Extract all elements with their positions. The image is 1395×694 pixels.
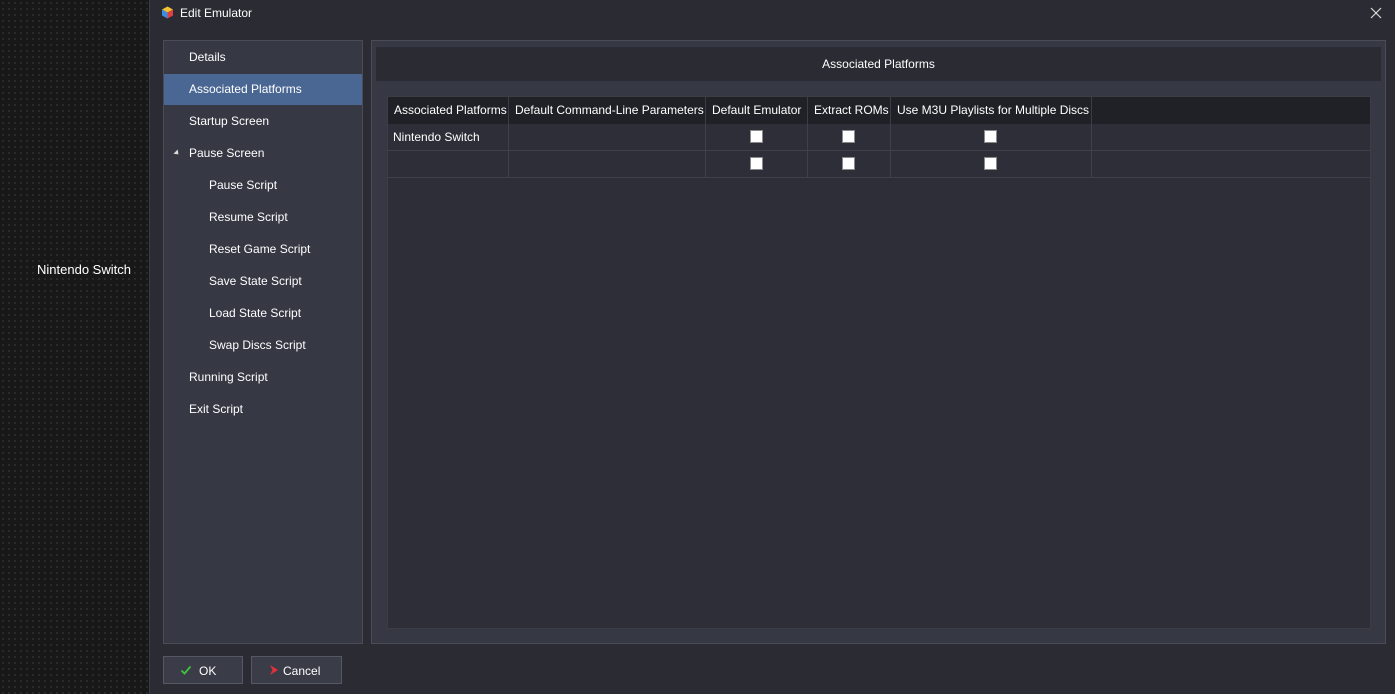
nav-item-reset-game-script[interactable]: Reset Game Script [164, 234, 362, 265]
nav-item-associated-platforms[interactable]: Associated Platforms [164, 74, 362, 105]
params-cell[interactable] [509, 124, 706, 150]
nav-item-label: Details [189, 50, 226, 64]
cancel-button[interactable]: Cancel [251, 656, 342, 684]
use-m3u-cell [891, 151, 1092, 177]
cancel-label: Cancel [283, 664, 321, 678]
nav-item-running-script[interactable]: Running Script [164, 362, 362, 393]
nav-item-save-state-script[interactable]: Save State Script [164, 266, 362, 297]
platform-cell[interactable]: Nintendo Switch [388, 124, 509, 150]
title-bar[interactable]: Edit Emulator [150, 0, 1395, 28]
params-cell[interactable] [509, 151, 706, 177]
column-header-command-line[interactable]: Default Command-Line Parameters [509, 97, 706, 124]
section-title: Associated Platforms [376, 47, 1381, 81]
nav-item-label: Load State Script [209, 306, 302, 320]
platforms-grid: Associated Platforms Default Command-Lin… [387, 96, 1371, 629]
nav-item-startup-screen[interactable]: Startup Screen [164, 106, 362, 137]
launchbox-cube-icon [162, 6, 173, 19]
nav-item-label: Associated Platforms [189, 82, 302, 96]
extract-roms-checkbox[interactable] [842, 130, 855, 143]
nav-item-exit-script[interactable]: Exit Script [164, 394, 362, 425]
column-header-associated-platforms[interactable]: Associated Platforms [388, 97, 509, 124]
use-m3u-checkbox[interactable] [984, 157, 997, 170]
default-emulator-cell [706, 124, 808, 150]
close-button[interactable] [1367, 4, 1385, 22]
grid-header-row: Associated Platforms Default Command-Lin… [388, 97, 1370, 124]
use-m3u-cell [891, 124, 1092, 150]
nav-item-label: Startup Screen [189, 114, 270, 128]
table-row[interactable]: Nintendo Switch [388, 124, 1370, 151]
default-emulator-checkbox[interactable] [750, 130, 763, 143]
column-header-extract-roms[interactable]: Extract ROMs [808, 97, 891, 124]
content-panel: Associated Platforms Associated Platform… [371, 40, 1386, 644]
cancel-arrow-icon [270, 665, 278, 675]
nav-item-label: Reset Game Script [209, 242, 311, 256]
column-header-use-m3u[interactable]: Use M3U Playlists for Multiple Discs [891, 97, 1092, 124]
column-header-default-emulator[interactable]: Default Emulator [706, 97, 808, 124]
ok-button[interactable]: OK [163, 656, 243, 684]
checkmark-icon [180, 665, 192, 675]
extract-roms-checkbox[interactable] [842, 157, 855, 170]
nav-item-label: Pause Script [209, 178, 278, 192]
nav-item-pause-screen[interactable]: Pause Screen [164, 138, 362, 169]
table-row[interactable] [388, 151, 1370, 178]
platform-cell[interactable] [388, 151, 509, 177]
nav-item-load-state-script[interactable]: Load State Script [164, 298, 362, 329]
nav-item-details[interactable]: Details [164, 42, 362, 73]
nav-item-pause-script[interactable]: Pause Script [164, 170, 362, 201]
expand-arrow-icon[interactable] [173, 149, 181, 157]
nav-item-label: Exit Script [189, 402, 244, 416]
background-platform-label[interactable]: Nintendo Switch [0, 262, 168, 277]
nav-item-label: Swap Discs Script [209, 338, 306, 352]
nav-item-swap-discs-script[interactable]: Swap Discs Script [164, 330, 362, 361]
extract-roms-cell [808, 151, 891, 177]
nav-item-label: Save State Script [209, 274, 302, 288]
extract-roms-cell [808, 124, 891, 150]
default-emulator-cell [706, 151, 808, 177]
settings-nav-tree: Details Associated Platforms Startup Scr… [163, 40, 363, 644]
nav-item-resume-script[interactable]: Resume Script [164, 202, 362, 233]
dialog-title: Edit Emulator [180, 6, 253, 20]
default-emulator-checkbox[interactable] [750, 157, 763, 170]
nav-item-label: Resume Script [209, 210, 288, 224]
background-app-panel [0, 0, 149, 694]
ok-label: OK [199, 664, 217, 678]
edit-emulator-dialog: Edit Emulator Details Associated Platfor… [149, 0, 1395, 694]
use-m3u-checkbox[interactable] [984, 130, 997, 143]
nav-item-label: Pause Screen [189, 146, 265, 160]
nav-item-label: Running Script [189, 370, 268, 384]
close-icon [1370, 7, 1382, 19]
